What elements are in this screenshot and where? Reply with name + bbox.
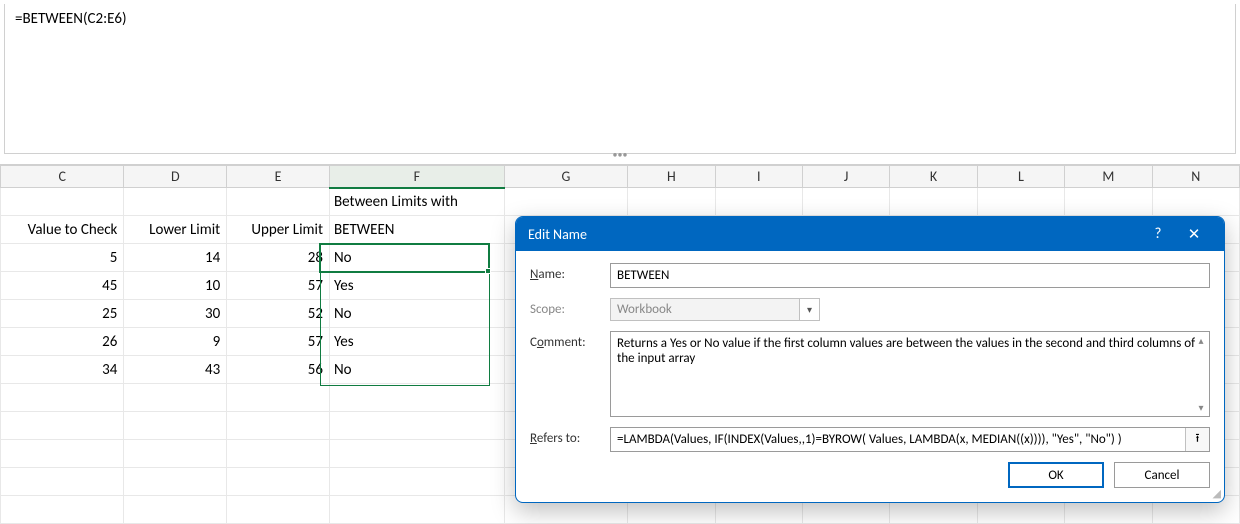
cell-result[interactable]: No xyxy=(330,244,505,272)
cell-result[interactable]: Yes xyxy=(330,328,505,356)
cell[interactable]: 45 xyxy=(1,272,124,300)
cell[interactable]: 57 xyxy=(227,272,330,300)
cell[interactable] xyxy=(715,188,802,216)
cell-result[interactable]: No xyxy=(330,300,505,328)
column-header-row: C D E F G H I J K L M N xyxy=(1,166,1240,188)
col-header-c[interactable]: C xyxy=(1,166,124,188)
col-header-j[interactable]: J xyxy=(802,166,889,188)
ok-button[interactable]: OK xyxy=(1008,462,1104,488)
help-icon: ? xyxy=(1155,225,1162,243)
collapse-dialog-button[interactable]: ⭱ xyxy=(1185,428,1209,451)
name-label: Name: xyxy=(530,263,610,282)
cell[interactable] xyxy=(802,188,889,216)
cell[interactable] xyxy=(124,188,227,216)
cell-d-header[interactable]: Lower Limit xyxy=(124,216,227,244)
cell[interactable]: 5 xyxy=(1,244,124,272)
cell[interactable] xyxy=(1,188,124,216)
cell[interactable]: 9 xyxy=(124,328,227,356)
col-header-d[interactable]: D xyxy=(124,166,227,188)
cell[interactable]: 52 xyxy=(227,300,330,328)
col-header-i[interactable]: I xyxy=(715,166,802,188)
col-header-n[interactable]: N xyxy=(1152,166,1240,188)
col-header-f[interactable]: F xyxy=(330,166,505,188)
scroll-down-icon[interactable]: ▾ xyxy=(1195,401,1207,414)
col-header-k[interactable]: K xyxy=(890,166,977,188)
cell[interactable] xyxy=(1152,188,1240,216)
col-header-g[interactable]: G xyxy=(504,166,627,188)
scope-select: Workbook ▾ xyxy=(610,298,820,321)
scroll-up-icon[interactable]: ▴ xyxy=(1195,334,1207,347)
cell[interactable]: 28 xyxy=(227,244,330,272)
cell[interactable]: 34 xyxy=(1,356,124,384)
cell-result[interactable]: No xyxy=(330,356,505,384)
refersto-label: Refers to: xyxy=(530,427,610,446)
scope-label: Scope: xyxy=(530,298,610,317)
chevron-down-icon: ▾ xyxy=(799,299,819,320)
dialog-titlebar[interactable]: Edit Name ? ✕ xyxy=(516,217,1224,251)
cell-f-header1[interactable]: Between Limits with xyxy=(330,188,505,216)
cell-f-header2[interactable]: BETWEEN xyxy=(330,216,505,244)
close-icon: ✕ xyxy=(1188,225,1201,244)
col-header-m[interactable]: M xyxy=(1065,166,1152,188)
formula-bar-resize-handle[interactable]: ••• xyxy=(606,154,634,160)
help-button[interactable]: ? xyxy=(1140,217,1176,251)
formula-bar[interactable]: =BETWEEN(C2:E6) ••• xyxy=(4,4,1236,154)
cell[interactable]: 30 xyxy=(124,300,227,328)
name-input[interactable] xyxy=(610,263,1210,288)
cell[interactable] xyxy=(504,188,627,216)
comment-textarea[interactable]: Returns a Yes or No value if the first c… xyxy=(610,331,1210,417)
cell-c-header[interactable]: Value to Check xyxy=(1,216,124,244)
col-header-l[interactable]: L xyxy=(977,166,1064,188)
close-button[interactable]: ✕ xyxy=(1176,217,1212,251)
cell[interactable]: 25 xyxy=(1,300,124,328)
edit-name-dialog: Edit Name ? ✕ Name: Scope: Workbook ▾ Co… xyxy=(515,216,1225,503)
refersto-input[interactable] xyxy=(611,428,1185,451)
cell[interactable]: 57 xyxy=(227,328,330,356)
cell[interactable] xyxy=(977,188,1064,216)
table-row: Between Limits with xyxy=(1,188,1240,216)
comment-text: Returns a Yes or No value if the first c… xyxy=(617,336,1195,366)
cell[interactable]: 56 xyxy=(227,356,330,384)
formula-text: =BETWEEN(C2:E6) xyxy=(15,10,127,28)
cancel-button[interactable]: Cancel xyxy=(1114,462,1210,488)
cell[interactable] xyxy=(1065,188,1152,216)
cell[interactable] xyxy=(227,188,330,216)
cell-e-header[interactable]: Upper Limit xyxy=(227,216,330,244)
cell[interactable] xyxy=(628,188,715,216)
cell[interactable] xyxy=(890,188,977,216)
col-header-e[interactable]: E xyxy=(227,166,330,188)
cell[interactable]: 14 xyxy=(124,244,227,272)
scope-value: Workbook xyxy=(617,302,672,317)
collapse-icon: ⭱ xyxy=(1195,429,1199,450)
cell[interactable]: 10 xyxy=(124,272,227,300)
cell-result[interactable]: Yes xyxy=(330,272,505,300)
cell[interactable]: 43 xyxy=(124,356,227,384)
cell[interactable]: 26 xyxy=(1,328,124,356)
comment-label: Comment: xyxy=(530,331,610,350)
dialog-title-text: Edit Name xyxy=(528,226,1140,243)
col-header-h[interactable]: H xyxy=(628,166,715,188)
